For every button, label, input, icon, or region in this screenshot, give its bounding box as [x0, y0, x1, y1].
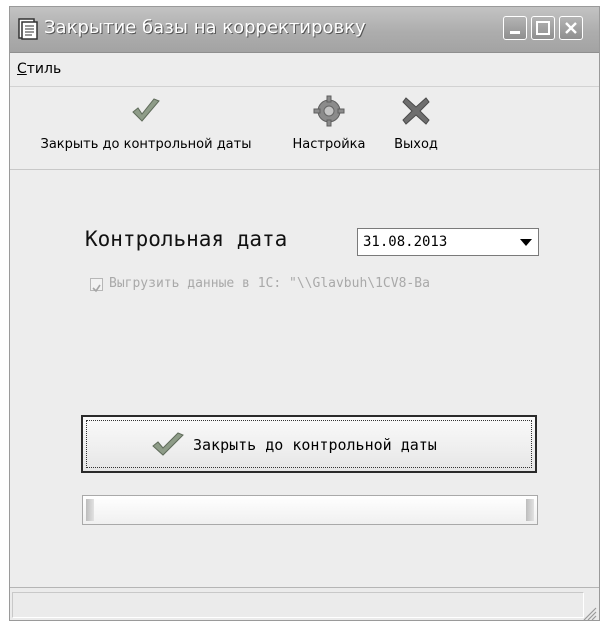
toolbar-exit-label: Выход — [394, 137, 438, 152]
menu-style[interactable]: Стиль — [17, 61, 61, 77]
toolbar-settings-button[interactable]: Настройка — [284, 95, 374, 152]
export-1c-option: Выгрузить данные в 1С: "\\Glavbuh\1CV8-B… — [90, 275, 538, 295]
maximize-icon — [536, 21, 550, 35]
checkbox-check-icon — [92, 284, 101, 293]
resize-grip-icon[interactable] — [581, 605, 597, 621]
checkmark-icon — [132, 98, 160, 122]
control-date-value: 31.08.2013 — [363, 234, 448, 250]
minimize-icon — [510, 31, 520, 34]
window-title: Закрытие базы на корректировку — [44, 17, 366, 38]
control-date-label: Контрольная дата — [85, 227, 288, 251]
app-window: Закрытие базы на корректировку Стиль Зак… — [9, 6, 600, 621]
progress-right-cap — [526, 499, 534, 521]
maximize-button[interactable] — [531, 16, 555, 40]
toolbar-settings-label: Настройка — [292, 137, 366, 152]
control-date-select[interactable]: 31.08.2013 — [357, 228, 539, 256]
close-icon — [565, 22, 577, 34]
export-1c-label: Выгрузить данные в 1С: "\\Glavbuh\1CV8-B… — [109, 276, 430, 291]
menu-style-label: тиль — [26, 61, 62, 77]
x-icon — [402, 97, 430, 125]
status-bar — [10, 587, 599, 621]
toolbar: Закрыть до контрольной даты Настройка Вы… — [10, 87, 599, 170]
chevron-down-icon[interactable] — [520, 239, 532, 246]
status-panel — [12, 592, 584, 618]
title-bar[interactable]: Закрытие базы на корректировку — [10, 7, 599, 53]
toolbar-exit-button[interactable]: Выход — [386, 95, 446, 152]
document-icon — [18, 18, 38, 40]
menu-bar: Стиль — [10, 52, 599, 87]
toolbar-close-to-date-label: Закрыть до контрольной даты — [40, 137, 252, 152]
export-1c-checkbox — [90, 278, 103, 293]
minimize-button[interactable] — [503, 16, 527, 40]
toolbar-close-to-date-button[interactable]: Закрыть до контрольной даты — [26, 95, 266, 152]
close-to-date-button-label: Закрыть до контрольной даты — [193, 436, 437, 454]
checkmark-icon — [152, 432, 184, 456]
menu-style-mnemonic: С — [17, 61, 27, 77]
progress-bar — [82, 495, 538, 525]
progress-left-cap — [86, 499, 94, 521]
close-to-date-button[interactable]: Закрыть до контрольной даты — [81, 415, 537, 473]
gear-icon — [313, 95, 345, 127]
close-button[interactable] — [559, 16, 583, 40]
